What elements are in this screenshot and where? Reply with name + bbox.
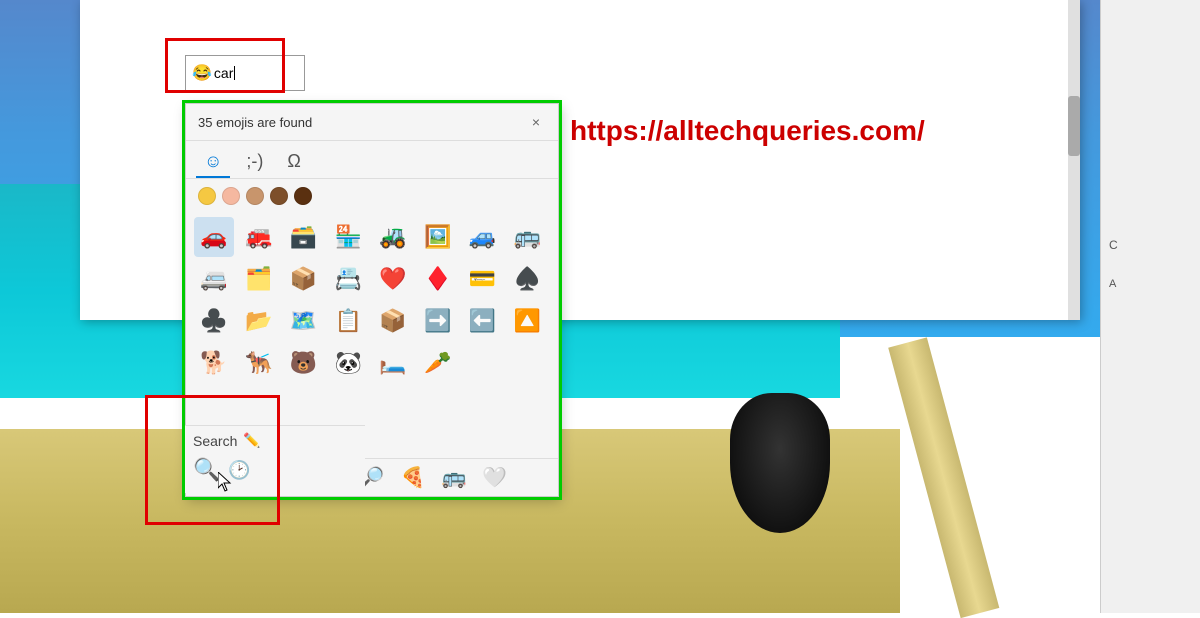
skin-tone-selector — [186, 179, 558, 213]
emoji-spade[interactable]: ♠️ — [507, 259, 547, 299]
magnify-icon[interactable]: 🔍 — [193, 457, 220, 483]
emoji-carrot[interactable]: 🥕 — [418, 343, 458, 383]
bottom-heart-outline-icon[interactable]: 🤍 — [482, 465, 507, 490]
emoji-map[interactable]: 🗺️ — [284, 301, 324, 341]
clock-icon[interactable]: 🕑 — [228, 460, 250, 481]
skin-tone-yellow[interactable] — [198, 187, 216, 205]
emoji-diamond[interactable]: ♦️ — [418, 259, 458, 299]
emoji-store[interactable]: 🏪 — [328, 217, 368, 257]
emoji-box2[interactable]: 📦 — [373, 301, 413, 341]
tab-symbols[interactable]: Ω — [279, 147, 308, 178]
emoji-frame[interactable]: 🖼️ — [418, 217, 458, 257]
cursor-blink — [234, 66, 235, 80]
emoji-dog2[interactable]: 🐕‍🦺 — [239, 343, 279, 383]
tree-trunk — [888, 337, 999, 618]
emoji-empty2 — [507, 343, 547, 383]
emoji-grid-container[interactable]: 🚗 🚒 🗃️ 🏪 🚜 🖼️ 🚙 🚌 🚐 🗂️ 📦 📇 ❤️ ♦️ 💳 ♠️ ♣️… — [186, 213, 558, 458]
pencil-icon: ✏️ — [243, 432, 260, 449]
emoji-bus[interactable]: 🚌 — [507, 217, 547, 257]
url-overlay: https://alltechqueries.com/ — [570, 115, 925, 147]
skin-tone-medium-dark[interactable] — [270, 187, 288, 205]
emoji-fire-truck[interactable]: 🚒 — [239, 217, 279, 257]
skin-tone-dark[interactable] — [294, 187, 312, 205]
skin-tone-light[interactable] — [222, 187, 240, 205]
emoji-tabs: ☺ ;-) Ω — [186, 141, 558, 179]
bottom-food-icon[interactable]: 🍕 — [401, 465, 426, 490]
search-label: Search — [193, 433, 237, 449]
emoji-tractor[interactable]: 🚜 — [373, 217, 413, 257]
scrollbar[interactable] — [1068, 0, 1080, 320]
emoji-club[interactable]: ♣️ — [194, 301, 234, 341]
emoji-minibus[interactable]: 🚐 — [194, 259, 234, 299]
emoji-up-arrow[interactable]: 🔼 — [507, 301, 547, 341]
emoji-dog1[interactable]: 🐕 — [194, 343, 234, 383]
emoji-picker-close-button[interactable]: × — [526, 112, 546, 132]
emoji-bear1[interactable]: 🐻 — [284, 343, 324, 383]
emoji-package[interactable]: 📦 — [284, 259, 324, 299]
emoji-car[interactable]: 🚗 — [194, 217, 234, 257]
skin-tone-medium-light[interactable] — [246, 187, 264, 205]
search-area: Search ✏️ 🔍 🕑 — [185, 425, 365, 493]
emoji-credit-card[interactable]: 💳 — [463, 259, 503, 299]
emoji-left-arrow[interactable]: ⬅️ — [463, 301, 503, 341]
hanging-bag — [730, 393, 830, 533]
emoji-card-index[interactable]: 📇 — [328, 259, 368, 299]
input-text: car — [214, 65, 233, 81]
emoji-open-folder[interactable]: 📂 — [239, 301, 279, 341]
emoji-heart[interactable]: ❤️ — [373, 259, 413, 299]
bottom-travel-icon[interactable]: 🚌 — [441, 465, 466, 490]
scrollbar-thumb[interactable] — [1068, 96, 1080, 156]
right-panel: C A — [1100, 0, 1200, 613]
emoji-count-label: 35 emojis are found — [198, 115, 312, 130]
emoji-bear2[interactable]: 🐼 — [328, 343, 368, 383]
emoji-file-folder[interactable]: 🗂️ — [239, 259, 279, 299]
tab-smiley[interactable]: ☺ — [196, 147, 230, 178]
emoji-bed[interactable]: 🛏️ — [373, 343, 413, 383]
emoji-right-arrow[interactable]: ➡️ — [418, 301, 458, 341]
emoji-suv[interactable]: 🚙 — [463, 217, 503, 257]
emoji-card-box[interactable]: 🗃️ — [284, 217, 324, 257]
emoji-clipboard[interactable]: 📋 — [328, 301, 368, 341]
emoji-input-box[interactable]: 😂 car — [185, 55, 305, 91]
emoji-picker-header: 35 emojis are found × — [186, 104, 558, 141]
input-emoji: 😂 — [192, 63, 212, 83]
emoji-grid: 🚗 🚒 🗃️ 🏪 🚜 🖼️ 🚙 🚌 🚐 🗂️ 📦 📇 ❤️ ♦️ 💳 ♠️ ♣️… — [194, 217, 550, 383]
emoji-empty1 — [463, 343, 503, 383]
tab-text[interactable]: ;-) — [238, 147, 271, 178]
